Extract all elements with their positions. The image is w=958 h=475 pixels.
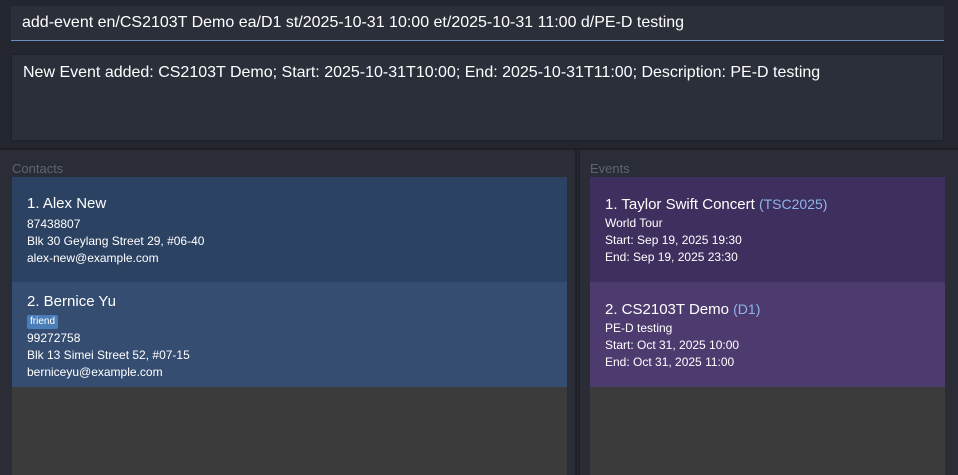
result-display: New Event added: CS2103T Demo; Start: 20… [11,54,944,141]
event-code: (TSC2025) [758,196,828,212]
command-box[interactable] [11,6,944,41]
contact-tag: friend [27,315,59,329]
contact-phone: 99272758 [27,331,81,345]
event-start: Start: Sep 19, 2025 19:30 [605,233,742,247]
event-card[interactable]: 1. Taylor Swift Concert (TSC2025) World … [590,177,945,282]
event-code: (D1) [733,301,761,317]
contact-email: berniceyu@example.com [27,365,163,379]
contact-email: alex-new@example.com [27,251,159,265]
event-description: PE-D testing [605,321,673,335]
event-card[interactable]: 2. CS2103T Demo (D1) PE-D testing Start:… [590,282,945,387]
contact-address: Blk 30 Geylang Street 29, #06-40 [27,234,205,248]
contact-address: Blk 13 Simei Street 52, #07-15 [27,348,190,362]
result-text: New Event added: CS2103T Demo; Start: 20… [23,64,821,81]
events-list[interactable]: 1. Taylor Swift Concert (TSC2025) World … [590,177,945,475]
contact-phone: 87438807 [27,217,81,231]
contact-card[interactable]: 1. Alex New 87438807 Blk 30 Geylang Stre… [12,177,567,282]
contacts-panel: Contacts 1. Alex New 87438807 Blk 30 Gey… [0,150,577,475]
contacts-label: Contacts [12,161,64,176]
event-end: End: Sep 19, 2025 23:30 [605,250,738,264]
event-description: World Tour [605,216,663,230]
contact-name: 1. Alex New [27,195,107,212]
event-start: Start: Oct 31, 2025 10:00 [605,338,740,352]
event-name: 1. Taylor Swift Concert [605,196,755,213]
contact-card[interactable]: 2. Bernice Yu friend 99272758 Blk 13 Sim… [12,282,567,387]
events-label: Events [590,161,630,176]
event-name: 2. CS2103T Demo [605,301,729,318]
contacts-list[interactable]: 1. Alex New 87438807 Blk 30 Geylang Stre… [12,177,567,475]
command-input[interactable] [11,6,944,40]
events-panel: Events 1. Taylor Swift Concert (TSC2025)… [579,150,958,475]
contact-name: 2. Bernice Yu [27,293,116,310]
event-end: End: Oct 31, 2025 11:00 [605,355,735,369]
